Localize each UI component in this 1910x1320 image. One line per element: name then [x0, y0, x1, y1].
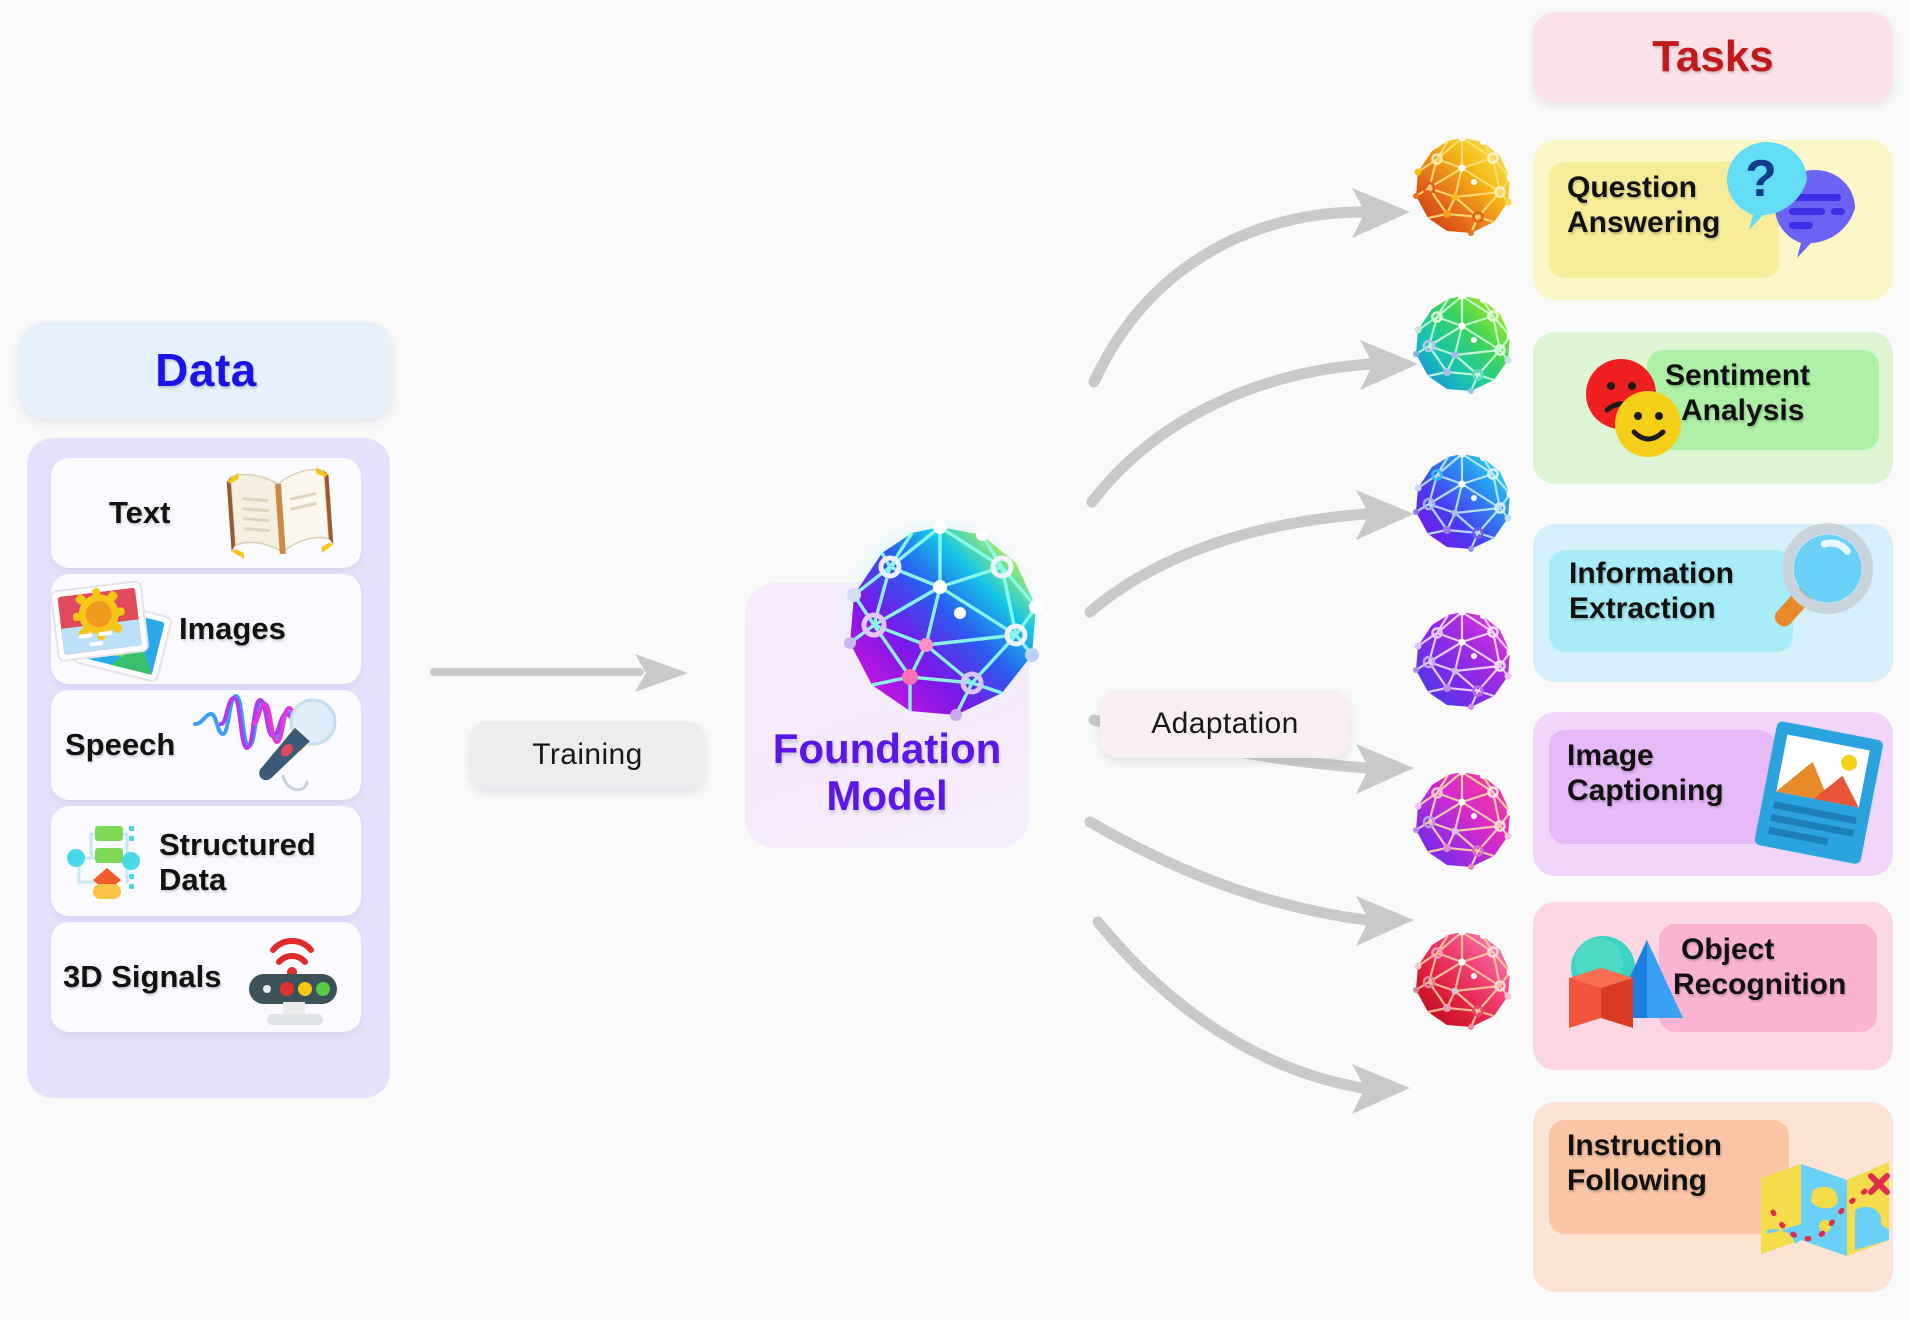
polygon-mesh-sphere-icon	[830, 515, 1050, 735]
data-item-text[interactable]: Text	[51, 458, 361, 568]
task-label-line1: Image	[1567, 739, 1654, 772]
data-item-structured-data[interactable]: Structured Data	[51, 806, 361, 916]
task-label-line2: Analysis	[1681, 394, 1805, 428]
task-label-line1: Question	[1567, 171, 1698, 204]
task-label-line1: Instruction	[1567, 1129, 1722, 1162]
data-item-label: Images	[179, 610, 286, 646]
adaptation-label: Adaptation	[1100, 690, 1350, 758]
data-panel: Text Images Speech Structured Data 3D Si…	[27, 438, 390, 1098]
question-speech-bubbles-icon: ?	[1727, 142, 1899, 288]
magnifying-glass-icon	[1765, 518, 1895, 648]
open-book-icon	[219, 460, 341, 566]
picture-document-icon	[1749, 720, 1899, 870]
task-label-line2: Recognition	[1673, 968, 1847, 1002]
data-item-label: Structured Data	[159, 827, 316, 897]
tasks-header-label: Tasks	[1652, 32, 1774, 81]
training-label-text: Training	[532, 738, 643, 771]
diagram-canvas: Data Text Images Speech Structured Data …	[0, 0, 1910, 1320]
adaptation-label-text: Adaptation	[1151, 707, 1299, 740]
microphone-waveform-icon	[191, 684, 341, 806]
folded-map-icon	[1755, 1150, 1895, 1270]
task-card-question-answering[interactable]: Question Answering ?	[1533, 140, 1893, 300]
data-item-label: 3D Signals	[63, 958, 222, 994]
data-header-label: Data	[155, 344, 257, 396]
tasks-header: Tasks	[1533, 12, 1893, 102]
task-card-sentiment-analysis[interactable]: Sentiment Analysis	[1533, 332, 1893, 484]
sensor-wifi-icon	[237, 918, 347, 1030]
task-sphere-image-captioning	[1408, 608, 1516, 716]
task-label-line1: Information	[1569, 557, 1734, 590]
flowchart-icon	[63, 818, 149, 904]
data-header: Data	[20, 322, 392, 418]
task-sphere-sentiment-analysis	[1408, 292, 1516, 400]
training-label: Training	[470, 721, 705, 789]
task-sphere-question-answering	[1408, 134, 1516, 242]
task-card-image-captioning[interactable]: Image Captioning	[1533, 712, 1893, 876]
task-sphere-object-recognition	[1408, 768, 1516, 876]
photos-icon	[41, 562, 172, 692]
training-arrow	[430, 640, 700, 730]
task-label-line2: Following	[1567, 1164, 1707, 1198]
task-label-line2: Captioning	[1567, 774, 1724, 808]
data-item-3d-signals[interactable]: 3D Signals	[51, 922, 361, 1032]
task-sphere-instruction-following	[1408, 928, 1516, 1036]
svg-text:?: ?	[1745, 150, 1777, 208]
task-label-line2: Answering	[1567, 206, 1721, 240]
task-label-line1: Object	[1681, 933, 1775, 966]
task-sphere-information-extraction	[1408, 450, 1516, 558]
sad-happy-faces-icon	[1577, 352, 1697, 472]
task-card-object-recognition[interactable]: Object Recognition	[1533, 902, 1893, 1070]
data-item-images[interactable]: Images	[50, 574, 361, 684]
3d-shapes-icon	[1555, 930, 1695, 1050]
data-item-label: Text	[109, 494, 171, 530]
foundation-model-label: Foundation Model	[745, 725, 1029, 819]
task-label-line2: Extraction	[1569, 592, 1716, 626]
task-card-instruction-following[interactable]: Instruction Following	[1533, 1102, 1893, 1292]
task-card-information-extraction[interactable]: Information Extraction	[1533, 523, 1893, 682]
data-item-speech[interactable]: Speech	[51, 690, 361, 800]
foundation-model-label-line2: Model	[826, 772, 948, 820]
data-item-label: Speech	[65, 726, 176, 762]
foundation-model-label-line1: Foundation	[772, 725, 1002, 772]
